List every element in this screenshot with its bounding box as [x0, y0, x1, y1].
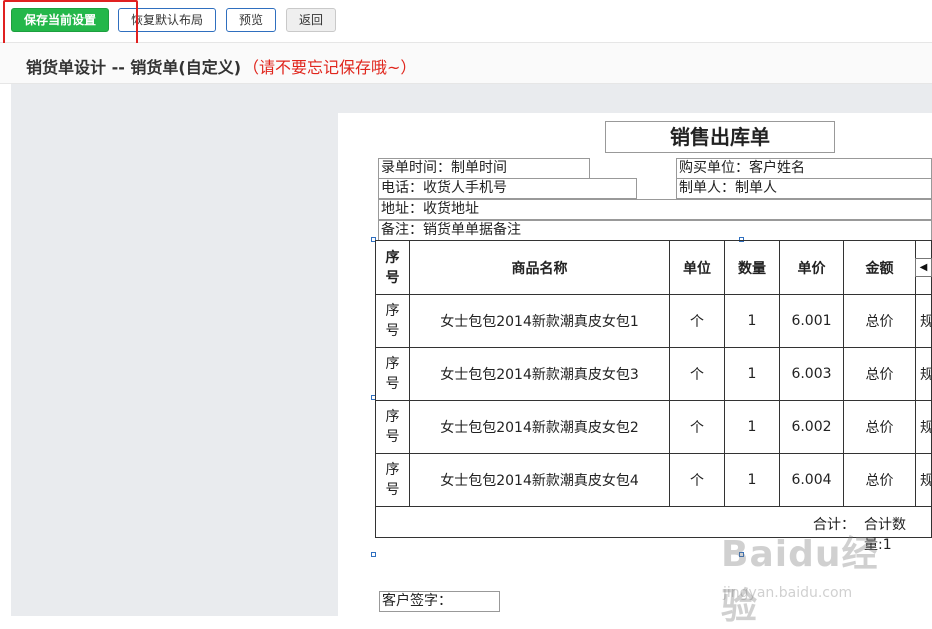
table-row-amount: 总价	[844, 454, 916, 507]
table-row-name: 女士包包2014新款潮真皮女包1	[410, 295, 670, 348]
goods-table[interactable]: 序号 商品名称 单位 数量 单价 金额 序号 女士包包2014新款潮真皮女包1 …	[375, 240, 932, 538]
footer-total-label: 合计：	[813, 517, 855, 533]
header-seq-label: 序号	[385, 249, 400, 286]
table-row-extra: 规	[916, 401, 931, 454]
table-row-unit: 个	[670, 295, 725, 348]
preview-button[interactable]: 预览	[226, 8, 276, 32]
save-reminder: （请不要忘记保存哦~）	[243, 58, 417, 77]
scroll-left-arrow-icon[interactable]: ◀	[915, 258, 932, 277]
table-row-amount: 总价	[844, 401, 916, 454]
table-row-name: 女士包包2014新款潮真皮女包2	[410, 401, 670, 454]
phone-field[interactable]: 电话：收货人手机号	[378, 178, 637, 199]
table-row-extra: 规	[916, 295, 931, 348]
row3-seq: 序号	[385, 409, 400, 445]
table-row-amount: 总价	[844, 295, 916, 348]
header-amount: 金额	[844, 241, 916, 295]
footer-qty-total: 合计数量:1	[864, 517, 906, 553]
design-sidebar	[11, 84, 338, 616]
table-row-seq: 序号	[376, 295, 410, 348]
header-qty: 数量	[725, 241, 780, 295]
remark-field[interactable]: 备注：销货单单据备注	[378, 220, 932, 241]
table-row-unit: 个	[670, 454, 725, 507]
table-row-extra: 规	[916, 454, 931, 507]
table-row-unit: 个	[670, 401, 725, 454]
row4-seq: 序号	[385, 462, 400, 498]
table-row-qty: 1	[725, 401, 780, 454]
table-row-extra: 规	[916, 348, 931, 401]
back-button[interactable]: 返回	[286, 8, 336, 32]
resize-handle-bottom-left[interactable]	[371, 552, 376, 557]
toolbar: 保存当前设置 恢复默认布局 预览 返回	[0, 0, 932, 43]
page-title: 销货单设计 -- 销货单(自定义)	[26, 58, 242, 77]
table-row-price: 6.001	[780, 295, 844, 348]
table-row-qty: 1	[725, 295, 780, 348]
row2-seq: 序号	[385, 356, 400, 392]
customer-signature-field[interactable]: 客户签字：	[379, 591, 500, 612]
table-row-seq: 序号	[376, 401, 410, 454]
header-unit: 单位	[670, 241, 725, 295]
resize-handle-bottom-center[interactable]	[739, 552, 744, 557]
header-name: 商品名称	[410, 241, 670, 295]
table-row-unit: 个	[670, 348, 725, 401]
table-row-amount: 总价	[844, 348, 916, 401]
table-row-price: 6.003	[780, 348, 844, 401]
entry-time-field[interactable]: 录单时间：制单时间	[378, 158, 590, 179]
header-seq: 序号	[376, 241, 410, 295]
table-row-seq: 序号	[376, 454, 410, 507]
address-field[interactable]: 地址：收货地址	[378, 199, 932, 220]
table-row-name: 女士包包2014新款潮真皮女包4	[410, 454, 670, 507]
table-row-price: 6.004	[780, 454, 844, 507]
buyer-field[interactable]: 购买单位：客户姓名	[676, 158, 932, 179]
table-row-qty: 1	[725, 348, 780, 401]
row1-seq: 序号	[385, 303, 400, 339]
table-row-qty: 1	[725, 454, 780, 507]
header-price: 单价	[780, 241, 844, 295]
maker-field[interactable]: 制单人：制单人	[676, 178, 932, 199]
table-row-name: 女士包包2014新款潮真皮女包3	[410, 348, 670, 401]
table-row-seq: 序号	[376, 348, 410, 401]
document-title-field[interactable]: 销售出库单	[605, 121, 835, 153]
table-row-price: 6.002	[780, 401, 844, 454]
page-header: 销货单设计 -- 销货单(自定义) （请不要忘记保存哦~）	[0, 43, 932, 84]
